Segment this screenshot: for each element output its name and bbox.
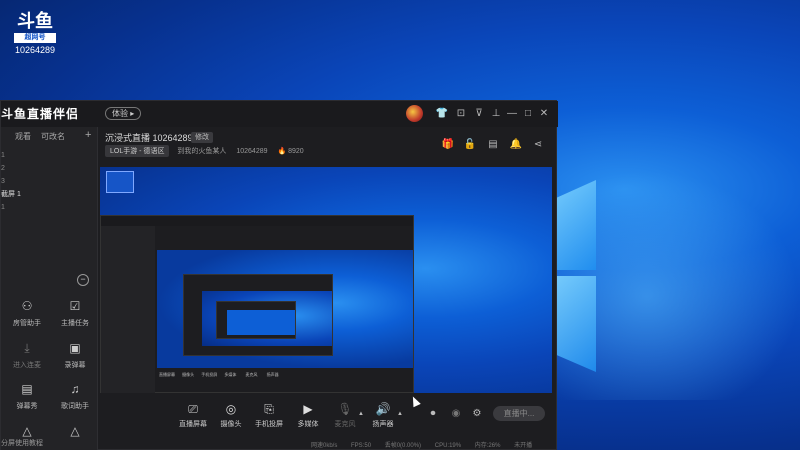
live-preview[interactable]: 直播屏幕 摄像头 手机投屏 多媒体 麦克风 扬声器 xyxy=(100,167,552,393)
task-icon: ☑ xyxy=(69,299,81,313)
room-meta: LOL手游 - 德语区 到我的火鱼某人 10264289 🔥 8920 xyxy=(105,145,312,157)
nested-tool: 麦克风 xyxy=(245,372,258,377)
list-item[interactable]: 1 xyxy=(1,201,21,214)
screen-icon: ⎚ xyxy=(188,402,198,416)
fps: FPS:50 xyxy=(351,443,372,449)
pin-icon[interactable]: ⊥ xyxy=(489,107,503,121)
record-video-icon[interactable]: ⏺ xyxy=(426,407,440,421)
category-tag[interactable]: LOL手游 - 德语区 xyxy=(105,145,170,157)
streaming-app-window: 斗鱼直播伴侣 体验 ▸ 👕 ⊡ ⊽ ⊥ — □ ✕ 观看 可改名 + 1 2 3… xyxy=(0,100,558,450)
title-bar: 斗鱼直播伴侣 体验 ▸ 👕 ⊡ ⊽ ⊥ — □ ✕ xyxy=(1,101,558,127)
lyrics-helper-button[interactable]: ♫ 歌词助手 xyxy=(55,381,95,411)
settings-icon[interactable]: ⚙ xyxy=(470,407,484,421)
more-tool-button[interactable]: △ xyxy=(7,423,47,439)
left-sidebar: 观看 可改名 + 1 2 3 截屏 1 1 − ⚇ 房管助手 ☑ 主播任务 ⤓ … xyxy=(1,127,98,450)
triangle-icon: △ xyxy=(70,424,80,438)
shirt-icon[interactable]: 👕 xyxy=(435,107,449,121)
minimize-icon[interactable]: — xyxy=(505,107,519,121)
gift-icon[interactable]: ⊡ xyxy=(454,107,468,121)
nested-preview-window-2 xyxy=(183,274,333,356)
list-item[interactable]: 3 xyxy=(1,175,21,188)
nested-tool: 直播屏幕 xyxy=(159,372,175,377)
camera-icon: ◎ xyxy=(225,402,237,416)
list-item[interactable]: 1 xyxy=(1,149,21,162)
cpu-usage: CPU:19% xyxy=(434,443,462,449)
close-icon[interactable]: ✕ xyxy=(537,107,551,121)
anchor-task-button[interactable]: ☑ 主播任务 xyxy=(55,298,95,328)
triangle-icon: △ xyxy=(22,424,32,438)
lyrics-icon: ♫ xyxy=(70,382,80,396)
nested-tool: 扬声器 xyxy=(266,372,279,377)
memory-usage: 内存:26% xyxy=(474,443,501,449)
windows-logo xyxy=(556,180,636,380)
tutorial-link[interactable]: 分屏使用教程 xyxy=(1,438,43,448)
logo-tag: 超网号 xyxy=(14,33,56,43)
house-manager-icon: ⚇ xyxy=(21,299,33,313)
scene-tabs: 观看 可改名 + xyxy=(1,129,98,145)
phone-cast-button[interactable]: ⎘ 手机投屏 xyxy=(247,402,291,429)
house-manager-button[interactable]: ⚇ 房管助手 xyxy=(7,298,47,328)
source-list: 1 2 3 截屏 1 1 xyxy=(1,149,21,214)
maximize-icon[interactable]: □ xyxy=(521,107,535,121)
gift-box-icon[interactable]: 🎁 xyxy=(441,138,455,152)
layout-icon[interactable]: ▤ xyxy=(486,138,500,152)
tab-watch[interactable]: 观看 xyxy=(15,131,31,142)
net-speed: 网速0kb/s xyxy=(311,443,338,449)
record-icon: ▣ xyxy=(69,341,81,355)
nested-tool: 手机投屏 xyxy=(201,372,218,377)
avatar[interactable] xyxy=(406,105,423,122)
nested-preview-window: 直播屏幕 摄像头 手机投屏 多媒体 麦克风 扬声器 xyxy=(100,215,414,393)
nested-screen xyxy=(157,250,413,368)
nested-title xyxy=(101,216,413,226)
nested-preview-window-3 xyxy=(216,301,296,339)
status-bar: 网速0kb/s FPS:50 丢帧0(0.00%) CPU:19% 内存:26%… xyxy=(311,440,544,449)
preview-badge xyxy=(106,171,134,193)
list-item[interactable]: 2 xyxy=(1,162,21,175)
speaker-icon: 🔊 xyxy=(375,402,391,416)
nested-screen-2 xyxy=(202,291,332,346)
version-pill[interactable]: 体验 ▸ xyxy=(105,107,142,120)
live-state: 未开播 xyxy=(514,443,533,449)
room-id: 10264289 xyxy=(14,45,56,55)
nested-screen-3 xyxy=(227,310,295,335)
app-brand: 斗鱼直播伴侣 xyxy=(1,107,80,121)
share-icon[interactable]: ⋖ xyxy=(531,138,545,152)
mic-icon: 🎙 xyxy=(337,402,353,416)
room-owner: 到我的火鱼某人 xyxy=(177,148,227,155)
nested-tool: 摄像头 xyxy=(182,372,195,377)
add-scene-button[interactable]: + xyxy=(85,129,91,141)
nested-sidebar xyxy=(101,226,155,393)
barrage-show-button[interactable]: ▤ 弹幕秀 xyxy=(7,381,47,411)
record-barrage-button[interactable]: ▣ 录弹幕 xyxy=(55,340,95,370)
desktop-room-badge: 斗鱼 超网号 10264289 xyxy=(12,12,58,55)
more-tool-button[interactable]: △ xyxy=(55,423,95,439)
room-title: 沉浸式直播 10264289 xyxy=(105,133,193,143)
hot-count: 🔥 8920 xyxy=(277,148,304,155)
lock-icon[interactable]: 🔓 xyxy=(463,138,477,152)
phone-cast-icon: ⎘ xyxy=(264,402,274,416)
room-number: 10264289 xyxy=(236,148,268,155)
eye-icon[interactable]: ◉ xyxy=(449,407,463,421)
douyu-logo: 斗鱼 xyxy=(17,11,53,32)
edit-button[interactable]: 修改 xyxy=(191,132,213,143)
collapse-icon[interactable]: − xyxy=(77,274,89,286)
go-live-button[interactable]: 直播中... xyxy=(493,406,545,421)
dropped-frames: 丢帧0(0.00%) xyxy=(384,443,422,449)
nested-toolbar: 直播屏幕 摄像头 手机投屏 多媒体 麦克风 扬声器 xyxy=(157,372,283,378)
speaker-dropdown-icon[interactable]: ▲ xyxy=(393,407,407,421)
barrage-icon: ▤ xyxy=(21,382,33,396)
download-icon: ⤓ xyxy=(24,341,30,355)
list-item[interactable]: 截屏 1 xyxy=(1,188,21,201)
media-icon: ▶ xyxy=(303,402,313,416)
tab-rename[interactable]: 可改名 xyxy=(41,131,65,142)
join-link-button[interactable]: ⤓ 进入连麦 xyxy=(7,340,47,370)
filter-icon[interactable]: ⊽ xyxy=(472,107,486,121)
nested-tool: 多媒体 xyxy=(224,372,237,377)
bell-icon[interactable]: 🔔 xyxy=(509,138,523,152)
